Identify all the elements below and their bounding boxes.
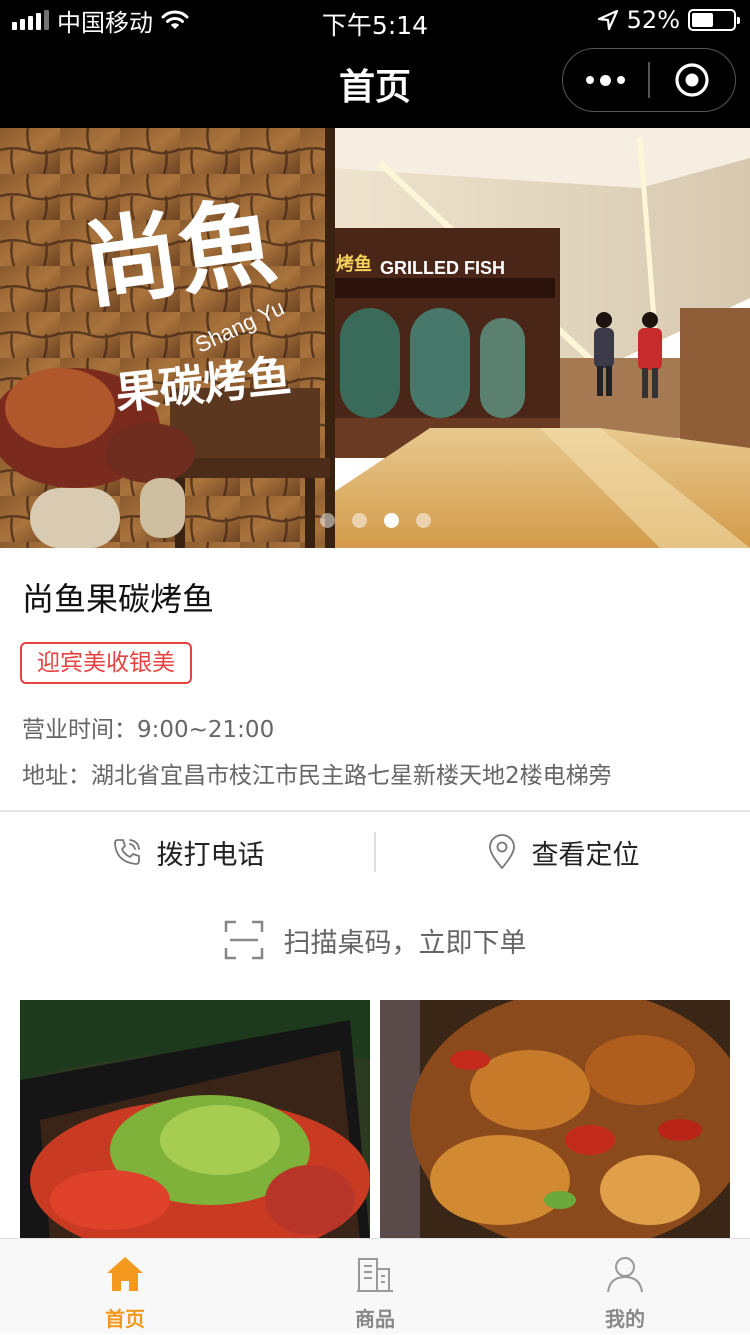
tab-profile[interactable]: 我的 [500, 1239, 750, 1335]
view-location-button[interactable]: 查看定位 [375, 812, 750, 892]
store-name: 尚鱼果碳烤鱼 [22, 580, 215, 618]
tab-home[interactable]: 首页 [0, 1239, 250, 1335]
store-tag: 迎宾美收银美 [20, 642, 192, 684]
call-button[interactable]: 拨打电话 [0, 812, 375, 892]
banner-image: 尚魚 Shang Yu 果碳烤鱼 烤鱼 GRILLED FISH [0, 128, 750, 548]
store-address: 地址：湖北省宜昌市枝江市民主路七星新楼天地2楼电梯旁 [22, 763, 612, 789]
tab-bar: 首页 商品 我的 [0, 1238, 750, 1334]
call-label: 拨打电话 [156, 839, 265, 871]
tab-label: 首页 [105, 1307, 145, 1331]
action-divider [374, 832, 376, 872]
tab-label: 我的 [605, 1307, 645, 1331]
map-pin-icon [488, 834, 515, 869]
more-button[interactable] [563, 48, 648, 112]
mini-program-capsule [562, 48, 736, 112]
tab-products[interactable]: 商品 [250, 1239, 500, 1335]
scan-table-code-button[interactable]: 扫描桌码，立即下单 [0, 912, 750, 968]
tab-label: 商品 [355, 1307, 395, 1331]
product-image-spicy-chicken [380, 1000, 730, 1240]
banner-carousel[interactable]: 尚魚 Shang Yu 果碳烤鱼 烤鱼 GRILLED FISH [0, 128, 750, 548]
building-icon [357, 1258, 393, 1292]
location-label: 查看定位 [531, 839, 640, 871]
product-card[interactable] [20, 1000, 370, 1240]
action-row: 拨打电话 查看定位 [0, 812, 750, 892]
location-arrow-icon [597, 9, 618, 31]
scan-label: 扫描桌码，立即下单 [283, 927, 527, 959]
navigation-bar: 首页 [0, 40, 750, 128]
user-icon [607, 1257, 643, 1293]
carousel-dot[interactable] [415, 513, 431, 528]
more-dot-icon [586, 76, 595, 84]
target-close-icon [675, 63, 709, 97]
battery-icon [688, 9, 740, 31]
status-bar: 中国移动 下午5:14 52% [0, 0, 750, 40]
close-mini-program-button[interactable] [650, 48, 735, 112]
carousel-dot[interactable] [351, 513, 367, 528]
status-right: 52% [597, 0, 740, 40]
home-icon [107, 1257, 143, 1291]
battery-percent: 52% [626, 6, 680, 34]
carousel-dot[interactable] [383, 513, 399, 528]
product-card[interactable] [380, 1000, 730, 1240]
battery-fill [692, 13, 713, 27]
storefront-cn: 烤鱼 [336, 253, 372, 275]
carousel-dot[interactable] [319, 513, 335, 528]
more-dot-icon [617, 76, 626, 84]
more-dot-icon [600, 74, 612, 86]
phone-icon [113, 839, 140, 865]
product-image-grilled-fish [20, 1000, 370, 1240]
carousel-indicators [0, 513, 750, 528]
business-hours: 营业时间：9:00~21:00 [22, 717, 275, 743]
scan-icon [224, 920, 263, 960]
storefront-sign: GRILLED FISH [380, 258, 505, 278]
